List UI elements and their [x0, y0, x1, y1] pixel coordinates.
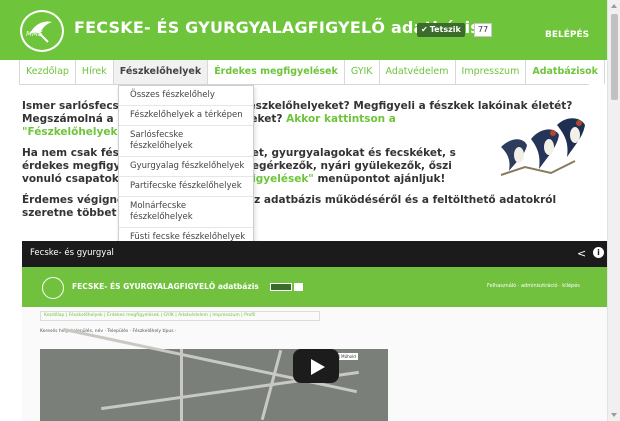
video-frame-title: FECSKE- ÉS GYURGYALAGFIGYELŐ adatbázis	[72, 282, 259, 291]
nav-divider	[19, 84, 589, 85]
dropdown-item-house-martin-sites[interactable]: Molnárfecske fészkelőhelyek	[119, 197, 253, 228]
main-nav: Kezdőlap Hírek Fészkelőhelyek Érdekes me…	[19, 60, 605, 84]
video-frame-logo	[42, 277, 64, 299]
p2-text-f: menüpontot ajánljuk!	[317, 173, 446, 185]
p2-text-a: Ha nem csak fész	[22, 147, 125, 159]
embedded-video[interactable]: Fecske- és gyurgyal < i FECSKE- ÉS GYURG…	[22, 241, 607, 421]
checkmark-icon: ✔	[421, 25, 428, 34]
site-header: MME FECSKE- ÉS GYURGYALAGFIGYELŐ adatbáz…	[0, 0, 607, 60]
nav-item-nesting-sites[interactable]: Fészkelőhelyek	[113, 60, 209, 84]
swallows-illustration	[495, 115, 587, 187]
video-frame-user-links: Felhasználó · adminisztráció · kilépés	[487, 283, 580, 289]
dropdown-item-bee-eater-sites[interactable]: Gyurgyalag fészkelőhelyek	[119, 157, 253, 177]
play-icon	[311, 359, 325, 375]
p3-text-c: szeretne többet n	[22, 207, 128, 219]
nav-item-privacy[interactable]: Adatvédelem	[379, 60, 456, 84]
p2-text-c: érdekes megfigye	[22, 160, 128, 172]
p1-text-a: Ismer sarlósfecsk	[22, 100, 126, 112]
video-top-bar: Fecske- és gyurgyal < i	[22, 241, 607, 267]
nav-item-databases[interactable]: Adatbázisok	[526, 60, 605, 84]
video-frame: FECSKE- ÉS GYURGYALAGFIGYELŐ adatbázis F…	[22, 267, 607, 421]
dropdown-item-sand-martin-sites[interactable]: Partifecske fészkelőhelyek	[119, 177, 253, 197]
info-icon[interactable]: i	[593, 247, 604, 258]
video-frame-header: FECSKE- ÉS GYURGYALAGFIGYELŐ adatbázis F…	[22, 267, 607, 307]
p1-text-c: Megszámolná a k	[22, 113, 125, 125]
nesting-sites-dropdown: Összes fészkelőhely Fészkelőhelyek a tér…	[118, 85, 254, 248]
p1-text-b: ke-fészkelőhelyeket? Megfigyeli a fészke…	[225, 100, 573, 112]
p2-text-e: vonuló csapatok	[22, 173, 119, 185]
scrollbar-thumb[interactable]	[611, 14, 618, 100]
p1-link[interactable]: Akkor kattintson a	[286, 113, 396, 125]
share-icon[interactable]: <	[577, 247, 586, 260]
map-road	[180, 349, 183, 421]
like-button[interactable]: ✔ Tetszik	[417, 23, 465, 37]
video-title[interactable]: Fecske- és gyurgyal	[30, 248, 114, 258]
p1-link-2[interactable]: "Fészkelőhelyek"	[22, 126, 123, 138]
nav-item-observations[interactable]: Érdekes megfigyelések	[208, 60, 345, 84]
logo-text: MME	[26, 30, 43, 38]
dropdown-item-swift-sites[interactable]: Sarlósfecske fészkelőhelyek	[119, 126, 253, 157]
video-frame-like-count	[294, 283, 303, 291]
nav-item-news[interactable]: Hírek	[75, 60, 114, 84]
p3-text-a: Érdemes végigné	[22, 194, 125, 206]
scroll-down-icon[interactable]	[611, 413, 617, 417]
like-count: 77	[474, 23, 493, 37]
dropdown-item-all-sites[interactable]: Összes fészkelőhely	[119, 86, 253, 106]
p3-text-b: z adatbázis működéséről és a feltölthető…	[254, 194, 557, 206]
login-link[interactable]: BELÉPÉS	[545, 30, 589, 40]
dropdown-item-sites-on-map[interactable]: Fészkelőhelyek a térképen	[119, 106, 253, 126]
page-scrollbar[interactable]	[607, 0, 620, 421]
video-frame-nav: Kezdőlap | Fészkelőhelyek | Érdekes megf…	[40, 311, 320, 321]
paragraph-3: Érdemes végigné z adatbázis működéséről é…	[22, 194, 602, 220]
scroll-up-icon[interactable]	[611, 4, 617, 8]
nav-item-faq[interactable]: GYIK	[344, 60, 380, 84]
p2-text-b: skéket, gyurgyalagokat és fecskéket, s	[224, 147, 456, 159]
nav-item-imprint[interactable]: Impresszum	[455, 60, 527, 84]
video-frame-like-badge	[270, 283, 292, 291]
p2-text-d: zi megérkezők, nyári gyülekezők, őszi	[227, 160, 452, 172]
play-button[interactable]	[293, 349, 339, 383]
nav-item-home[interactable]: Kezdőlap	[20, 60, 76, 84]
like-label: Tetszik	[429, 25, 461, 34]
